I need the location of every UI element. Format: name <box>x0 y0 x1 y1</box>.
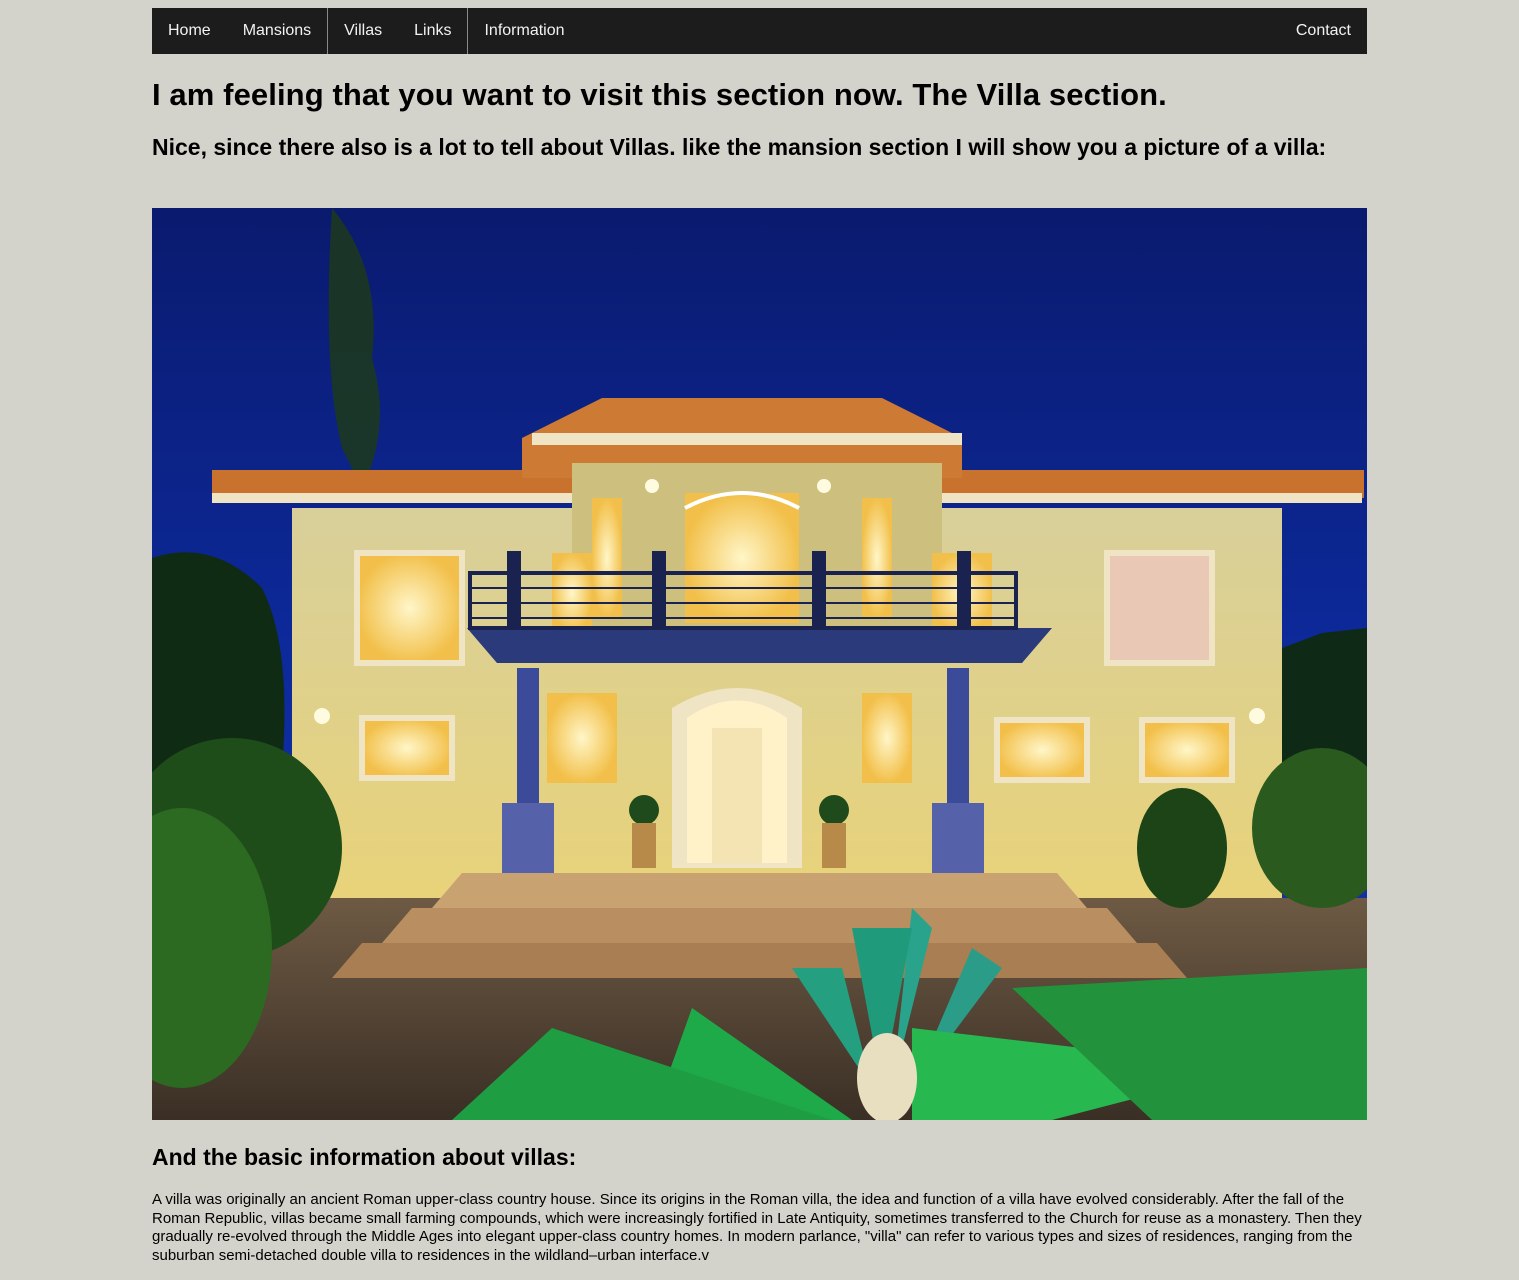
nav-information-link[interactable]: Information <box>467 8 580 54</box>
villa-photo <box>152 208 1367 1120</box>
nav-contact-link[interactable]: Contact <box>1280 8 1367 54</box>
top-nav: Home Mansions Villas Links Information C… <box>152 8 1367 54</box>
info-paragraph: A villa was originally an ancient Roman … <box>152 1191 1362 1264</box>
nav-villas-link[interactable]: Villas <box>327 8 398 54</box>
nav-home-link[interactable]: Home <box>152 8 227 54</box>
page-container: Home Mansions Villas Links Information C… <box>152 8 1367 1264</box>
page-title: I am feeling that you want to visit this… <box>152 77 1167 112</box>
info-heading: And the basic information about villas: <box>152 1144 577 1170</box>
intro-heading: Nice, since there also is a lot to tell … <box>152 134 1327 160</box>
nav-links-link[interactable]: Links <box>398 8 467 54</box>
nav-mansions-link[interactable]: Mansions <box>227 8 327 54</box>
